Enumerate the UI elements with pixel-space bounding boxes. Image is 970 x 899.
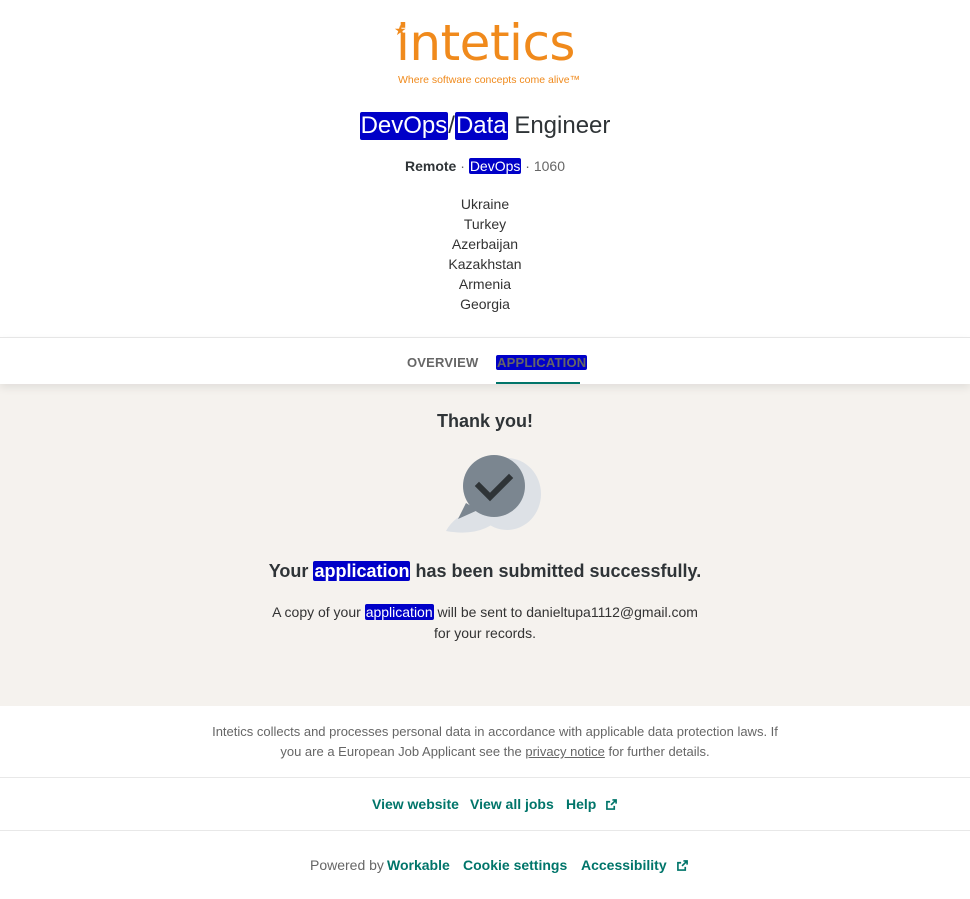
copy-text-highlight: application: [364, 604, 434, 620]
meta-separator: ·: [460, 158, 465, 174]
location-list: Ukraine Turkey Azerbaijan Kazakhstan Arm…: [0, 194, 970, 314]
email-copy-line-2: for your records.: [434, 625, 536, 641]
accessibility-label: Accessibility: [581, 857, 667, 873]
footer-links: View website View all jobs Help: [0, 778, 970, 831]
privacy-text: Intetics collects and processes personal…: [200, 722, 790, 762]
cookie-settings-link[interactable]: Cookie settings: [463, 857, 567, 873]
location-item: Turkey: [463, 216, 507, 232]
workplace-type: Remote: [405, 158, 457, 174]
success-message: Your application has been submitted succ…: [0, 561, 970, 582]
external-link-icon: [606, 799, 618, 810]
view-all-jobs-link[interactable]: View all jobs: [470, 796, 554, 812]
active-tab-indicator: [496, 382, 580, 384]
tab-overview[interactable]: OVERVIEW: [407, 355, 478, 370]
email-copy-note: A copy of your application will be sent …: [0, 602, 970, 644]
department: DevOps: [468, 158, 522, 174]
workable-link[interactable]: Workable: [387, 857, 450, 873]
job-title-part: Engineer: [507, 112, 611, 139]
location-item: Ukraine: [460, 196, 510, 212]
powered-by-footer: Powered by Workable Cookie settings Acce…: [0, 831, 970, 899]
job-header: ★ intetics Where software concepts come …: [0, 0, 970, 337]
accessibility-link[interactable]: Accessibility: [581, 857, 688, 873]
job-title-part: /: [448, 112, 455, 139]
copy-text: will be sent to danieltupa1112@gmail.com: [433, 604, 698, 620]
privacy-notice-section: Intetics collects and processes personal…: [0, 706, 970, 778]
intetics-logo[interactable]: ★ intetics Where software concepts come …: [390, 14, 600, 92]
privacy-notice-link[interactable]: privacy notice: [525, 744, 604, 759]
help-link[interactable]: Help: [566, 796, 618, 812]
email-copy-line: A copy of your application will be sent …: [0, 602, 970, 623]
meta-separator: ·: [525, 158, 530, 174]
logo-wordmark: intetics: [396, 14, 575, 72]
location-item: Georgia: [460, 296, 510, 312]
location-item: Armenia: [458, 276, 512, 292]
job-meta: Remote · DevOps · 1060: [0, 158, 970, 174]
powered-by-label: Powered by: [310, 857, 384, 873]
success-text-highlight: application: [313, 561, 411, 581]
tab-application[interactable]: APPLICATION: [496, 355, 588, 370]
job-title-part: Data: [454, 112, 508, 140]
location-item: Azerbaijan: [451, 236, 519, 252]
tab-bar: OVERVIEW APPLICATION: [0, 337, 970, 384]
job-title: DevOps/Data Engineer: [0, 112, 970, 140]
confirmation-panel: Thank you! Your application has been sub…: [0, 384, 970, 706]
copy-text: A copy of your: [272, 604, 365, 620]
location-item: Kazakhstan: [448, 256, 522, 272]
thank-you-heading: Thank you!: [436, 411, 533, 431]
view-website-link[interactable]: View website: [372, 796, 459, 812]
job-code: 1060: [533, 158, 565, 174]
help-label: Help: [566, 796, 597, 812]
logo-tagline: Where software concepts come alive™: [398, 74, 581, 86]
check-bubble-icon: [446, 455, 541, 533]
job-title-part: DevOps: [359, 112, 449, 140]
privacy-text-end: for further details.: [604, 744, 710, 759]
success-text: Your: [268, 561, 314, 581]
success-text: has been submitted successfully.: [410, 561, 702, 581]
external-link-icon: [676, 860, 688, 871]
